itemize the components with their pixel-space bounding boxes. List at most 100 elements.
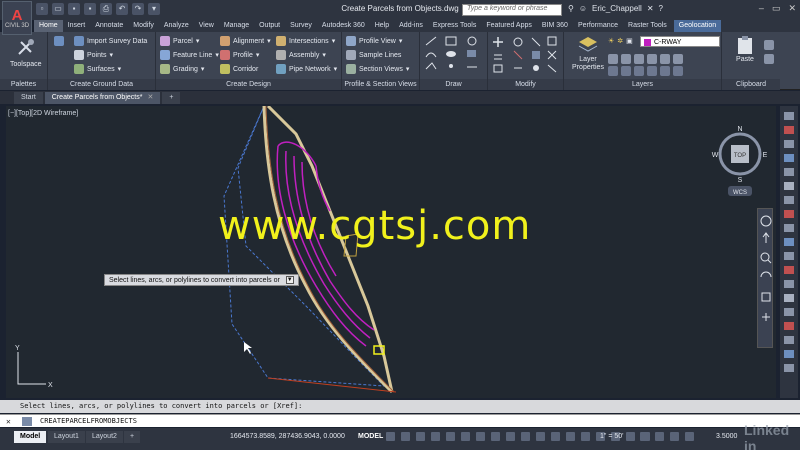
search-input[interactable]: Type a keyword or phrase	[462, 4, 562, 16]
add-icon[interactable]	[655, 432, 664, 441]
exchange-icon[interactable]: ✕	[647, 4, 654, 13]
layer-tool-icon[interactable]	[634, 66, 644, 76]
tab-bim-360[interactable]: BIM 360	[537, 20, 573, 32]
dynamic-input-icon[interactable]	[431, 432, 440, 441]
sun-icon[interactable]: ✲	[617, 37, 623, 45]
isometric-icon[interactable]	[476, 432, 485, 441]
profile-button[interactable]: Profile ▾	[220, 50, 259, 60]
infer-constraints-icon[interactable]	[416, 432, 425, 441]
layout-tab-model[interactable]: Model	[14, 431, 47, 443]
redo-icon[interactable]: ↷	[132, 3, 144, 15]
create-ground-data-title[interactable]: Create Ground Data	[48, 79, 155, 90]
object-snap-icon[interactable]	[506, 432, 515, 441]
grid-icon[interactable]	[386, 432, 395, 441]
tab-analyze[interactable]: Analyze	[159, 20, 194, 32]
layer-tool-icon[interactable]	[673, 54, 683, 64]
compass-e[interactable]: E	[763, 152, 768, 159]
user-name[interactable]: Eric_Chappell	[592, 4, 642, 13]
layout-tab-layout2[interactable]: Layout2	[86, 431, 123, 443]
layer-properties-button[interactable]: Layer Properties	[570, 34, 606, 72]
undo-icon[interactable]: ↶	[116, 3, 128, 15]
search-icon[interactable]: ⚲	[568, 4, 574, 13]
compass-s[interactable]: S	[738, 177, 743, 184]
layer-dropdown[interactable]: C-RWAY	[640, 36, 720, 47]
command-icon[interactable]	[22, 417, 32, 426]
layer-tool-icon[interactable]	[608, 66, 618, 76]
open-folder-icon[interactable]: ▭	[52, 3, 64, 15]
import-survey-data-button[interactable]: Import Survey Data	[74, 36, 147, 46]
command-line[interactable]: ✕ CREATEPARCELFROMOBJECTS	[0, 414, 800, 427]
surfaces-button[interactable]: Surfaces ▾	[74, 64, 121, 74]
tab-help[interactable]: Help	[370, 20, 394, 32]
tab-raster-tools[interactable]: Raster Tools	[623, 20, 672, 32]
tab-geolocation[interactable]: Geolocation	[673, 20, 722, 32]
hardware-acceleration-icon[interactable]	[685, 432, 694, 441]
intersections-button[interactable]: Intersections ▾	[276, 36, 335, 46]
compass-n[interactable]: N	[737, 126, 742, 133]
tab-autodesk-360[interactable]: Autodesk 360	[317, 20, 370, 32]
parcel-button[interactable]: Parcel ▾	[160, 36, 199, 46]
toolspace-button[interactable]: Toolspace	[10, 36, 42, 68]
lineweight-icon[interactable]	[521, 432, 530, 441]
lock-icon[interactable]: ▣	[626, 37, 633, 45]
grading-button[interactable]: Grading ▾	[160, 64, 204, 74]
user-icon[interactable]: ☺	[579, 4, 587, 13]
clipboard-panel-title[interactable]: Clipboard	[722, 79, 780, 90]
dynamic-ucs-icon[interactable]	[581, 432, 590, 441]
points-button[interactable]: Points ▾	[74, 50, 113, 60]
viewport-controls[interactable]: [−][Top][2D Wireframe]	[8, 110, 78, 117]
layer-tool-icon[interactable]	[647, 54, 657, 64]
layer-tool-icon[interactable]	[660, 66, 670, 76]
alignment-button[interactable]: Alignment ▾	[220, 36, 271, 46]
tab-home[interactable]: Home	[34, 20, 63, 32]
start-tab[interactable]: Start	[14, 91, 43, 104]
lightbulb-icon[interactable]: ☀	[608, 37, 614, 45]
viewcube-top[interactable]: TOP	[734, 153, 746, 159]
new-tab-button[interactable]: +	[162, 91, 181, 104]
modify-panel-title[interactable]: Modify	[488, 79, 563, 90]
model-space-toggle[interactable]: MODEL	[358, 433, 383, 440]
layer-tool-icon[interactable]	[647, 66, 657, 76]
draw-tools-icons[interactable]	[424, 35, 484, 75]
compass-w[interactable]: W	[712, 152, 719, 159]
tab-featured-apps[interactable]: Featured Apps	[481, 20, 537, 32]
layout-tab-layout1[interactable]: Layout1	[48, 431, 85, 443]
layer-tool-icon[interactable]	[673, 66, 683, 76]
navigation-tools-icons[interactable]	[758, 209, 774, 349]
selection-cycling-icon[interactable]	[551, 432, 560, 441]
property-line-bottom[interactable]	[267, 377, 397, 393]
section-views-button[interactable]: Section Views ▾	[346, 64, 409, 74]
drawing-tab[interactable]: Create Parcels from Objects* ✕	[44, 91, 161, 104]
ortho-icon[interactable]	[446, 432, 455, 441]
zoom-level[interactable]: 3.5000	[716, 433, 737, 440]
tab-add-ins[interactable]: Add-ins	[394, 20, 428, 32]
modify-tools-icons[interactable]	[492, 35, 560, 75]
command-input[interactable]: CREATEPARCELFROMOBJECTS	[40, 417, 137, 425]
tab-modify[interactable]: Modify	[128, 20, 159, 32]
wcs-menu[interactable]: WCS	[733, 190, 747, 196]
tooltip-options-button[interactable]: ▼	[285, 276, 294, 285]
layer-tool-icon[interactable]	[634, 54, 644, 64]
row-line-left[interactable]	[262, 106, 394, 394]
isolate-icon[interactable]	[670, 432, 679, 441]
gear-icon[interactable]	[640, 432, 649, 441]
paste-button[interactable]: Paste	[734, 34, 756, 63]
close-icon[interactable]: ✕	[788, 3, 796, 14]
palettes-panel-title[interactable]: Palettes	[0, 79, 47, 90]
tab-output[interactable]: Output	[254, 20, 285, 32]
tab-express-tools[interactable]: Express Tools	[428, 20, 481, 32]
pipe-network-button[interactable]: Pipe Network ▾	[276, 64, 337, 74]
sample-lines-button[interactable]: Sample Lines	[346, 50, 401, 60]
feature-line-button[interactable]: Feature Line ▾	[160, 50, 219, 60]
assembly-button[interactable]: Assembly ▾	[276, 50, 326, 60]
tab-survey[interactable]: Survey	[285, 20, 317, 32]
transparency-icon[interactable]	[536, 432, 545, 441]
tab-view[interactable]: View	[194, 20, 219, 32]
new-file-icon[interactable]: ▫	[36, 3, 48, 15]
annotation-visibility-icon[interactable]	[626, 432, 635, 441]
tab-annotate[interactable]: Annotate	[90, 20, 128, 32]
close-command-line-icon[interactable]: ✕	[6, 416, 17, 427]
drawing-canvas[interactable]: Y X TOP N S E W WCS	[6, 106, 776, 398]
workspace-dropdown-icon[interactable]: ▾	[148, 3, 160, 15]
profile-view-button[interactable]: Profile View ▾	[346, 36, 402, 46]
